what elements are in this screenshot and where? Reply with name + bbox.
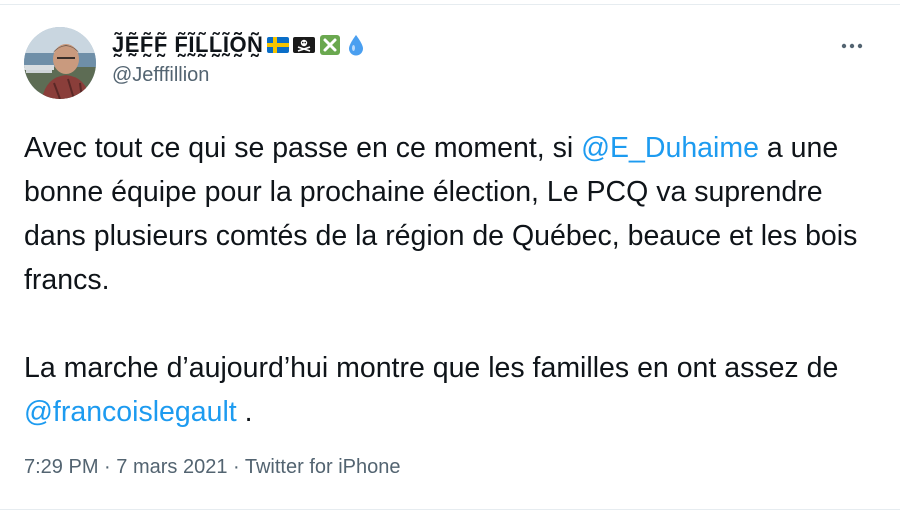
meta-separator: · — [227, 456, 245, 478]
meta-separator: · — [98, 456, 117, 478]
tweet-date[interactable]: 7 mars 2021 — [116, 456, 227, 478]
author-name-row: J̰̃Ḛ̃F̰̃F̰̃ F̰̃Ḭ̃L̰̃L̰̃Ḭ̃Õ̰Ñ̰ — [112, 32, 367, 58]
top-divider — [0, 4, 900, 5]
tweet-metadata: 7:29 PM · 7 mars 2021 · Twitter for iPho… — [24, 456, 400, 479]
cross-mark-icon — [319, 34, 341, 56]
pirate-flag-icon — [293, 34, 316, 56]
sweden-flag-icon — [267, 34, 290, 56]
tweet-text-segment: La marche d’aujourd’hui montre que les f… — [24, 352, 839, 384]
tweet-time[interactable]: 7:29 PM — [24, 456, 98, 478]
tweet-paragraph-2: La marche d’aujourd’hui montre que les f… — [24, 346, 884, 434]
mention-link-e-duhaime[interactable]: @E_Duhaime — [581, 132, 759, 164]
tweet-card: J̰̃Ḛ̃F̰̃F̰̃ F̰̃Ḭ̃L̰̃L̰̃Ḭ̃Õ̰Ñ̰ @Jefffilli… — [0, 0, 900, 510]
tweet-paragraph-1: Avec tout ce qui se passe en ce moment, … — [24, 126, 884, 302]
tweet-text-segment: Avec tout ce qui se passe en ce moment, … — [24, 132, 582, 164]
avatar-photo — [24, 27, 96, 99]
author-display-name[interactable]: J̰̃Ḛ̃F̰̃F̰̃ F̰̃Ḭ̃L̰̃L̰̃Ḭ̃Õ̰Ñ̰ — [112, 32, 263, 58]
tweet-source[interactable]: Twitter for iPhone — [245, 456, 401, 478]
tweet-text: Avec tout ce qui se passe en ce moment, … — [24, 126, 884, 434]
more-options-button[interactable] — [836, 36, 868, 56]
tweet-text-segment: . — [236, 396, 253, 428]
more-horizontal-icon — [841, 43, 863, 49]
droplet-icon — [345, 34, 367, 56]
author-handle[interactable]: @Jefffillion — [112, 64, 209, 87]
avatar[interactable] — [24, 27, 96, 99]
mention-link-francoislegault[interactable]: @francoislegault — [24, 396, 237, 428]
